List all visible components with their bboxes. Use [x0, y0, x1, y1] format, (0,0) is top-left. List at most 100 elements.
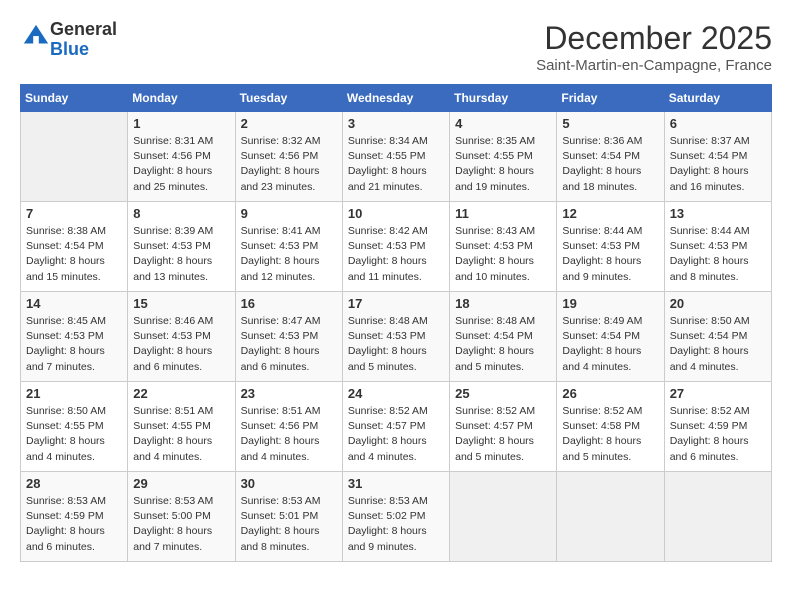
day-info: Sunrise: 8:48 AMSunset: 4:53 PMDaylight:…	[348, 314, 444, 375]
day-info: Sunrise: 8:43 AMSunset: 4:53 PMDaylight:…	[455, 224, 551, 285]
day-info: Sunrise: 8:47 AMSunset: 4:53 PMDaylight:…	[241, 314, 337, 375]
logo: General Blue	[20, 20, 117, 60]
day-number: 29	[133, 476, 229, 491]
calendar-day-cell: 14 Sunrise: 8:45 AMSunset: 4:53 PMDayligh…	[21, 292, 128, 382]
day-info: Sunrise: 8:34 AMSunset: 4:55 PMDaylight:…	[348, 134, 444, 195]
weekday-header: Friday	[557, 85, 664, 112]
calendar-day-cell: 22 Sunrise: 8:51 AMSunset: 4:55 PMDayligh…	[128, 382, 235, 472]
day-number: 8	[133, 206, 229, 221]
calendar-day-cell: 29 Sunrise: 8:53 AMSunset: 5:00 PMDayligh…	[128, 472, 235, 562]
calendar-day-cell: 26Sunrise: 8:52 AMSunset: 4:58 PMDayligh…	[557, 382, 664, 472]
calendar-day-cell: 18 Sunrise: 8:48 AMSunset: 4:54 PMDayligh…	[450, 292, 557, 382]
day-info: Sunrise: 8:51 AMSunset: 4:56 PMDaylight:…	[241, 404, 337, 465]
day-info: Sunrise: 8:45 AMSunset: 4:53 PMDaylight:…	[26, 314, 122, 375]
calendar-day-cell	[21, 112, 128, 202]
weekday-header: Wednesday	[342, 85, 449, 112]
day-number: 14	[26, 296, 122, 311]
weekday-header: Tuesday	[235, 85, 342, 112]
calendar-day-cell: 19Sunrise: 8:49 AMSunset: 4:54 PMDayligh…	[557, 292, 664, 382]
day-info: Sunrise: 8:41 AMSunset: 4:53 PMDaylight:…	[241, 224, 337, 285]
day-number: 22	[133, 386, 229, 401]
calendar-day-cell: 6 Sunrise: 8:37 AMSunset: 4:54 PMDaylight…	[664, 112, 771, 202]
day-number: 16	[241, 296, 337, 311]
calendar-day-cell: 21 Sunrise: 8:50 AMSunset: 4:55 PMDayligh…	[21, 382, 128, 472]
day-number: 15	[133, 296, 229, 311]
day-number: 20	[670, 296, 766, 311]
calendar-day-cell: 16 Sunrise: 8:47 AMSunset: 4:53 PMDayligh…	[235, 292, 342, 382]
calendar-day-cell: 5 Sunrise: 8:36 AMSunset: 4:54 PMDaylight…	[557, 112, 664, 202]
day-info: Sunrise: 8:52 AMSunset: 4:57 PMDaylight:…	[455, 404, 551, 465]
calendar-day-cell: 2Sunrise: 8:32 AMSunset: 4:56 PMDaylight…	[235, 112, 342, 202]
weekday-header-row: SundayMondayTuesdayWednesdayThursdayFrid…	[21, 85, 772, 112]
day-number: 3	[348, 116, 444, 131]
day-info: Sunrise: 8:48 AMSunset: 4:54 PMDaylight:…	[455, 314, 551, 375]
day-number: 5	[562, 116, 658, 131]
title-block: December 2025 Saint-Martin-en-Campagne, …	[536, 20, 772, 74]
day-info: Sunrise: 8:31 AMSunset: 4:56 PMDaylight:…	[133, 134, 229, 195]
logo-text: General Blue	[50, 20, 117, 60]
calendar-day-cell: 12Sunrise: 8:44 AMSunset: 4:53 PMDayligh…	[557, 202, 664, 292]
logo-icon	[22, 23, 50, 51]
calendar-day-cell: 8 Sunrise: 8:39 AMSunset: 4:53 PMDaylight…	[128, 202, 235, 292]
day-info: Sunrise: 8:53 AMSunset: 5:02 PMDaylight:…	[348, 494, 444, 555]
calendar-week-row: 7 Sunrise: 8:38 AMSunset: 4:54 PMDaylight…	[21, 202, 772, 292]
day-number: 7	[26, 206, 122, 221]
day-info: Sunrise: 8:53 AMSunset: 4:59 PMDaylight:…	[26, 494, 122, 555]
day-info: Sunrise: 8:53 AMSunset: 5:00 PMDaylight:…	[133, 494, 229, 555]
day-number: 30	[241, 476, 337, 491]
calendar-day-cell: 27Sunrise: 8:52 AMSunset: 4:59 PMDayligh…	[664, 382, 771, 472]
calendar-day-cell: 1 Sunrise: 8:31 AMSunset: 4:56 PMDaylight…	[128, 112, 235, 202]
calendar-day-cell	[557, 472, 664, 562]
calendar-day-cell: 3 Sunrise: 8:34 AMSunset: 4:55 PMDaylight…	[342, 112, 449, 202]
logo-general: General	[50, 19, 117, 39]
weekday-header: Monday	[128, 85, 235, 112]
weekday-header: Saturday	[664, 85, 771, 112]
day-number: 10	[348, 206, 444, 221]
calendar-table: SundayMondayTuesdayWednesdayThursdayFrid…	[20, 84, 772, 562]
day-number: 12	[562, 206, 658, 221]
calendar-week-row: 28Sunrise: 8:53 AMSunset: 4:59 PMDayligh…	[21, 472, 772, 562]
calendar-day-cell: 23 Sunrise: 8:51 AMSunset: 4:56 PMDayligh…	[235, 382, 342, 472]
page-header: General Blue December 2025 Saint-Martin-…	[20, 20, 772, 74]
day-info: Sunrise: 8:35 AMSunset: 4:55 PMDaylight:…	[455, 134, 551, 195]
day-number: 9	[241, 206, 337, 221]
calendar-day-cell: 24Sunrise: 8:52 AMSunset: 4:57 PMDayligh…	[342, 382, 449, 472]
day-number: 21	[26, 386, 122, 401]
day-info: Sunrise: 8:32 AMSunset: 4:56 PMDaylight:…	[241, 134, 337, 195]
day-info: Sunrise: 8:37 AMSunset: 4:54 PMDaylight:…	[670, 134, 766, 195]
day-number: 17	[348, 296, 444, 311]
day-number: 1	[133, 116, 229, 131]
day-number: 6	[670, 116, 766, 131]
day-info: Sunrise: 8:42 AMSunset: 4:53 PMDaylight:…	[348, 224, 444, 285]
day-info: Sunrise: 8:50 AMSunset: 4:54 PMDaylight:…	[670, 314, 766, 375]
calendar-day-cell: 10 Sunrise: 8:42 AMSunset: 4:53 PMDayligh…	[342, 202, 449, 292]
day-info: Sunrise: 8:49 AMSunset: 4:54 PMDaylight:…	[562, 314, 658, 375]
calendar-day-cell: 25 Sunrise: 8:52 AMSunset: 4:57 PMDayligh…	[450, 382, 557, 472]
day-number: 25	[455, 386, 551, 401]
day-info: Sunrise: 8:50 AMSunset: 4:55 PMDaylight:…	[26, 404, 122, 465]
day-info: Sunrise: 8:38 AMSunset: 4:54 PMDaylight:…	[26, 224, 122, 285]
day-number: 31	[348, 476, 444, 491]
calendar-day-cell: 4 Sunrise: 8:35 AMSunset: 4:55 PMDaylight…	[450, 112, 557, 202]
day-number: 4	[455, 116, 551, 131]
calendar-day-cell: 17 Sunrise: 8:48 AMSunset: 4:53 PMDayligh…	[342, 292, 449, 382]
calendar-day-cell: 20 Sunrise: 8:50 AMSunset: 4:54 PMDayligh…	[664, 292, 771, 382]
day-info: Sunrise: 8:51 AMSunset: 4:55 PMDaylight:…	[133, 404, 229, 465]
day-info: Sunrise: 8:39 AMSunset: 4:53 PMDaylight:…	[133, 224, 229, 285]
day-info: Sunrise: 8:36 AMSunset: 4:54 PMDaylight:…	[562, 134, 658, 195]
calendar-day-cell: 28Sunrise: 8:53 AMSunset: 4:59 PMDayligh…	[21, 472, 128, 562]
day-number: 13	[670, 206, 766, 221]
calendar-day-cell: 11Sunrise: 8:43 AMSunset: 4:53 PMDayligh…	[450, 202, 557, 292]
weekday-header: Thursday	[450, 85, 557, 112]
day-number: 18	[455, 296, 551, 311]
calendar-day-cell	[664, 472, 771, 562]
month-title: December 2025	[536, 20, 772, 57]
calendar-week-row: 21 Sunrise: 8:50 AMSunset: 4:55 PMDayligh…	[21, 382, 772, 472]
day-number: 23	[241, 386, 337, 401]
calendar-day-cell: 30Sunrise: 8:53 AMSunset: 5:01 PMDayligh…	[235, 472, 342, 562]
calendar-week-row: 1 Sunrise: 8:31 AMSunset: 4:56 PMDaylight…	[21, 112, 772, 202]
calendar-day-cell: 13Sunrise: 8:44 AMSunset: 4:53 PMDayligh…	[664, 202, 771, 292]
calendar-day-cell	[450, 472, 557, 562]
logo-blue: Blue	[50, 39, 89, 59]
day-number: 27	[670, 386, 766, 401]
